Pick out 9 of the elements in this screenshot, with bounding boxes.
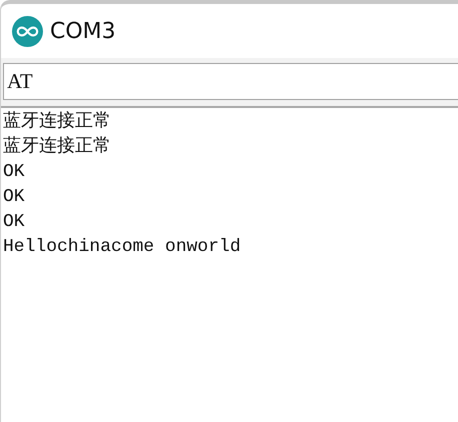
output-line: Hellochinacome onworld bbox=[3, 236, 241, 259]
app-logo-icon bbox=[12, 16, 43, 46]
output-line: 蓝牙连接正常 bbox=[3, 135, 111, 159]
output-line: OK bbox=[3, 186, 25, 209]
output-line: OK bbox=[3, 161, 25, 184]
window-title: COM3 bbox=[50, 18, 116, 44]
output-line: OK bbox=[3, 211, 25, 234]
output-line: 蓝牙连接正常 bbox=[3, 110, 111, 134]
input-field[interactable]: AT bbox=[3, 63, 458, 100]
